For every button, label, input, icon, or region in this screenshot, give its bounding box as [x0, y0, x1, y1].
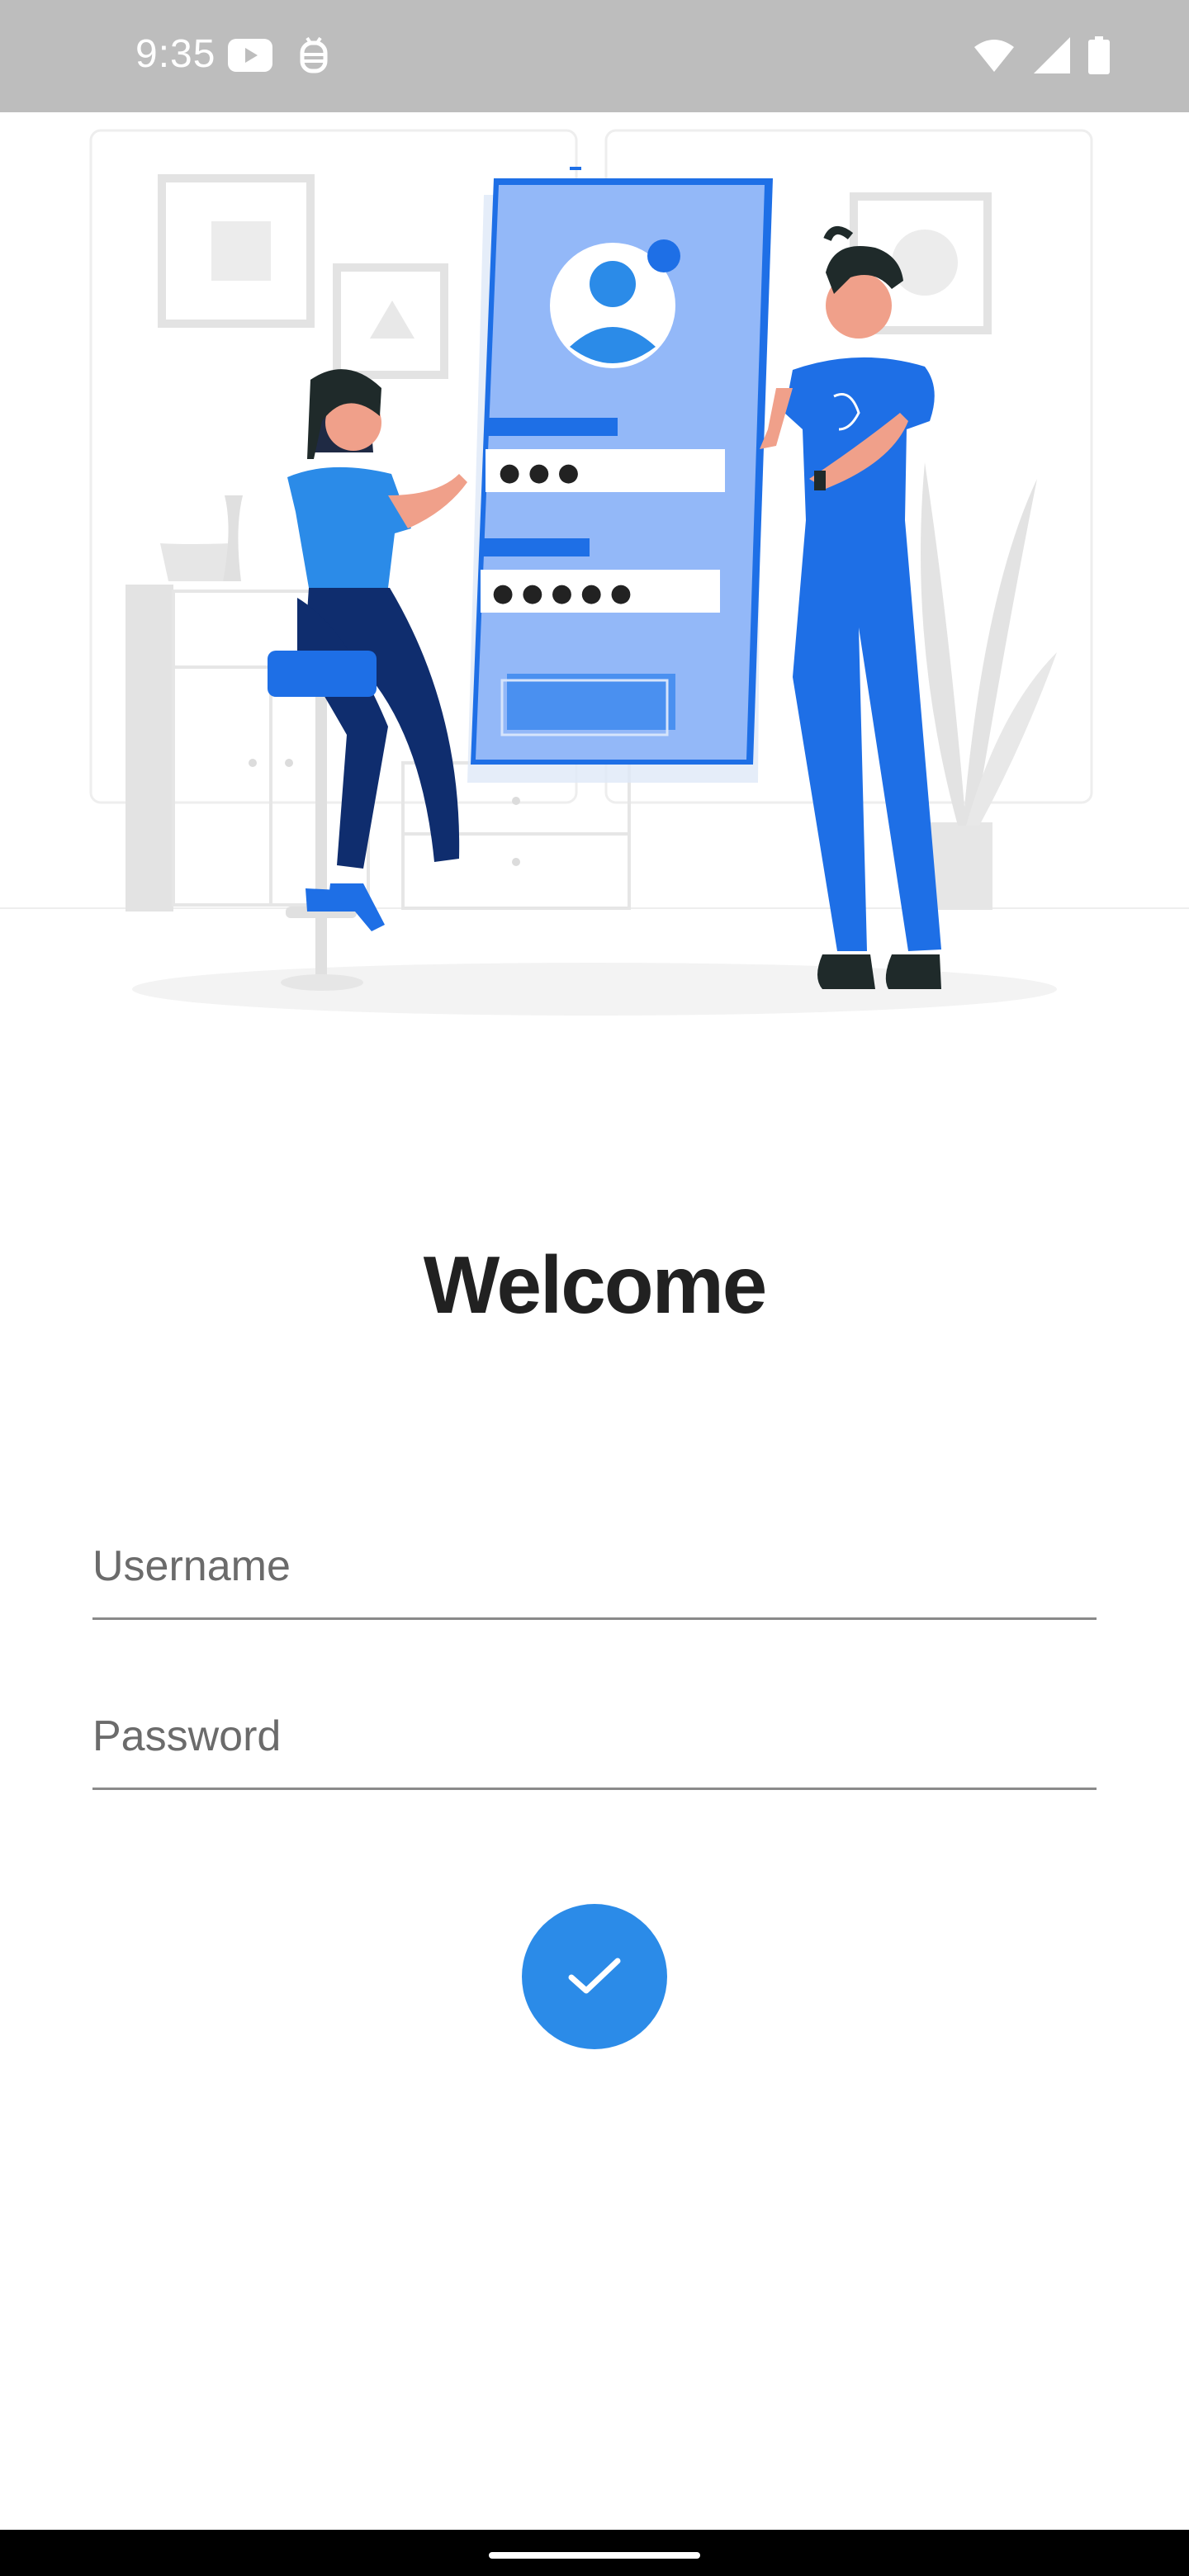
- password-input[interactable]: [92, 1684, 1097, 1788]
- submit-login-button[interactable]: [522, 1904, 667, 2049]
- username-field[interactable]: [92, 1514, 1097, 1620]
- battery-icon: [1088, 36, 1110, 78]
- status-time: 9:35: [135, 32, 216, 76]
- navigation-bar: [0, 2530, 1189, 2576]
- home-indicator[interactable]: [489, 2552, 700, 2559]
- illustration-dots-2: ● ● ● ● ●: [492, 579, 632, 608]
- debug-icon: [297, 36, 330, 78]
- login-illustration: ● ● ● ● ● ● ● ●: [0, 112, 1189, 1037]
- signal-icon: [1034, 37, 1070, 78]
- username-input[interactable]: [92, 1514, 1097, 1617]
- illustration-dots-1: ● ● ●: [499, 458, 580, 487]
- wifi-icon: [973, 37, 1016, 78]
- youtube-icon: [228, 39, 272, 76]
- status-right-icons: [973, 36, 1110, 78]
- status-left-icons: [228, 36, 330, 78]
- welcome-title: Welcome: [423, 1239, 767, 1330]
- password-field[interactable]: [92, 1684, 1097, 1790]
- check-icon: [565, 1953, 624, 2001]
- status-bar: 9:35: [0, 0, 1189, 112]
